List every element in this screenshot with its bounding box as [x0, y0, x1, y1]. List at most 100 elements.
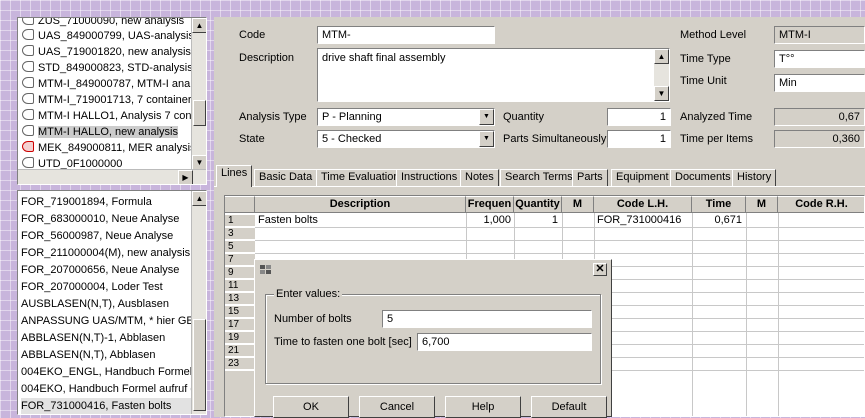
tree-item[interactable]: MTM-I_719001713, 7 container	[22, 93, 192, 108]
tree-horizontal-scrollbar[interactable]: ▶	[18, 169, 206, 184]
analysis-type-value: P - Planning	[322, 111, 382, 123]
analysis-icon	[22, 77, 34, 88]
code-field[interactable]: MTM-	[317, 26, 495, 44]
list-item[interactable]: 004EKO, Handbuch Formel aufruf de	[21, 381, 191, 397]
analysis-red-icon	[22, 141, 34, 152]
tab-documents[interactable]: Documents	[670, 169, 736, 186]
time-per-items-label: Time per Items	[680, 133, 753, 145]
chevron-down-icon[interactable]: ▼	[479, 109, 494, 125]
tab-instructions[interactable]: Instructions	[396, 169, 463, 186]
list-item[interactable]: FOR_211000004(M), new analysis ar	[21, 245, 191, 261]
analyzed-time-field: 0,67	[774, 108, 865, 126]
quantity-field[interactable]: 1	[607, 108, 671, 126]
list-item[interactable]: FOR_719001894, Formula	[21, 194, 191, 210]
help-button[interactable]: Help	[445, 396, 521, 418]
tree-item[interactable]: MTM-I_849000787, MTM-I analy	[22, 77, 192, 92]
scroll-up-icon[interactable]: ▲	[192, 191, 206, 206]
tree-item[interactable]: STD_849000823, STD-analysis	[22, 61, 192, 76]
scroll-down-icon[interactable]: ▼	[654, 86, 669, 101]
list-item[interactable]: FOR_56000987, Neue Analyse	[21, 228, 191, 244]
time-unit-select[interactable]: Min	[774, 74, 865, 92]
list-item-selected[interactable]: FOR_731000416, Fasten bolts	[21, 398, 191, 414]
analysis-icon	[22, 93, 34, 104]
tab-lines[interactable]: Lines	[216, 165, 253, 187]
time-unit-label: Time Unit	[680, 75, 727, 87]
row-number: 13	[225, 293, 255, 305]
column-header-code-lh[interactable]: Code L.H.	[594, 196, 692, 213]
column-header-method[interactable]: M	[562, 196, 594, 213]
analyzed-time-label: Analyzed Time	[680, 111, 753, 123]
cell-time[interactable]: 0,671	[692, 215, 742, 227]
state-select[interactable]: 5 - Checked ▼	[317, 130, 495, 148]
parts-simultaneously-label: Parts Simultaneously	[503, 133, 607, 145]
analysis-tree[interactable]: ZUS_71000090, new analysis UAS_849000799…	[17, 17, 207, 185]
scroll-down-icon[interactable]: ▼	[192, 155, 206, 170]
tab-history[interactable]: History	[732, 169, 777, 186]
time-type-select[interactable]: T°°	[774, 50, 865, 68]
column-header-description[interactable]: Description	[255, 196, 466, 213]
column-header-frequency[interactable]: Frequen	[466, 196, 514, 213]
description-field[interactable]: drive shaft final assembly ▲ ▼	[317, 48, 670, 102]
tab-parts[interactable]: Parts	[572, 169, 608, 186]
tree-vertical-scrollbar[interactable]: ▲ ▼	[191, 18, 206, 170]
tree-item[interactable]: ZUS_71000090, new analysis	[22, 18, 192, 29]
default-button[interactable]: Default	[531, 396, 607, 418]
tab-time-evaluation[interactable]: Time Evaluation	[316, 169, 405, 186]
list-item[interactable]: ABBLASEN(N,T), Abblasen	[21, 347, 191, 363]
list-item[interactable]: FOR_207000656, Neue Analyse	[21, 262, 191, 278]
quantity-label: Quantity	[503, 111, 544, 123]
scroll-up-icon[interactable]: ▲	[192, 18, 206, 33]
scroll-thumb[interactable]	[193, 100, 206, 126]
column-header-method-rh[interactable]: M	[746, 196, 778, 213]
tree-item[interactable]: UAS_719001820, new analysis	[22, 45, 192, 60]
method-level-label: Method Level	[680, 29, 747, 41]
row-number: 23	[225, 358, 255, 370]
tab-search-terms[interactable]: Search Terms	[500, 169, 578, 186]
ok-button[interactable]: OK	[273, 396, 349, 418]
formula-list[interactable]: FOR_719001894, Formula FOR_683000010, Ne…	[17, 190, 207, 415]
tree-item[interactable]: MEK_849000811, MER analysis	[22, 141, 192, 156]
tab-equipment[interactable]: Equipment	[611, 169, 674, 186]
analysis-type-select[interactable]: P - Planning ▼	[317, 108, 495, 126]
time-to-fasten-input[interactable]: 6,700	[417, 333, 592, 351]
scroll-thumb[interactable]	[193, 319, 206, 411]
scroll-right-icon[interactable]: ▶	[178, 170, 193, 184]
list-item[interactable]: ANPASSUNG UAS/MTM, * hier GES	[21, 313, 191, 329]
analysis-type-label: Analysis Type	[239, 111, 307, 123]
row-header-corner	[225, 196, 255, 213]
list-item[interactable]: ABBLASEN(N,T)-1, Abblasen	[21, 330, 191, 346]
cell-description[interactable]: Fasten bolts	[258, 215, 463, 227]
row-number: 5	[225, 241, 255, 253]
number-of-bolts-input[interactable]: 5	[382, 310, 592, 328]
scroll-up-icon[interactable]: ▲	[654, 49, 669, 64]
list-item[interactable]: AUSBLASEN(N,T), Ausblasen	[21, 296, 191, 312]
tree-item-selected[interactable]: MTM-I HALLO, new analysis	[22, 125, 192, 140]
column-header-time[interactable]: Time	[692, 196, 746, 213]
tree-item[interactable]: UAS_849000799, UAS-analysis	[22, 29, 192, 44]
grid-line	[778, 213, 779, 416]
parts-simultaneously-field[interactable]: 1	[607, 130, 671, 148]
analysis-icon	[22, 125, 34, 136]
cell-quantity[interactable]: 1	[514, 215, 558, 227]
row-number: 15	[225, 306, 255, 318]
tab-basic-data[interactable]: Basic Data	[254, 169, 318, 186]
cell-code-lh[interactable]: FOR_731000416	[597, 215, 691, 227]
description-scrollbar[interactable]: ▲ ▼	[654, 49, 669, 101]
close-icon[interactable]: ✕	[593, 263, 607, 276]
tab-notes[interactable]: Notes	[460, 169, 499, 186]
cancel-button[interactable]: Cancel	[359, 396, 435, 418]
list-item[interactable]: 004EKO_ENGL, Handbuch Formel a	[21, 364, 191, 380]
row-number: 11	[225, 280, 255, 292]
grid-line	[255, 240, 864, 241]
app-icon	[260, 265, 271, 274]
column-header-quantity[interactable]: Quantity	[514, 196, 562, 213]
list-item[interactable]: FOR_683000010, Neue Analyse	[21, 211, 191, 227]
dialog-titlebar[interactable]: ✕	[257, 262, 609, 278]
list-item[interactable]: FOR_207000004, Loder Test	[21, 279, 191, 295]
cell-frequency[interactable]: 1,000	[466, 215, 511, 227]
chevron-down-icon[interactable]: ▼	[479, 131, 494, 147]
formula-list-scrollbar[interactable]: ▲	[191, 191, 206, 414]
analysis-icon	[22, 45, 34, 56]
column-header-code-rh[interactable]: Code R.H.	[778, 196, 864, 213]
tree-item[interactable]: MTM-I HALLO1, Analysis 7 con	[22, 109, 192, 124]
